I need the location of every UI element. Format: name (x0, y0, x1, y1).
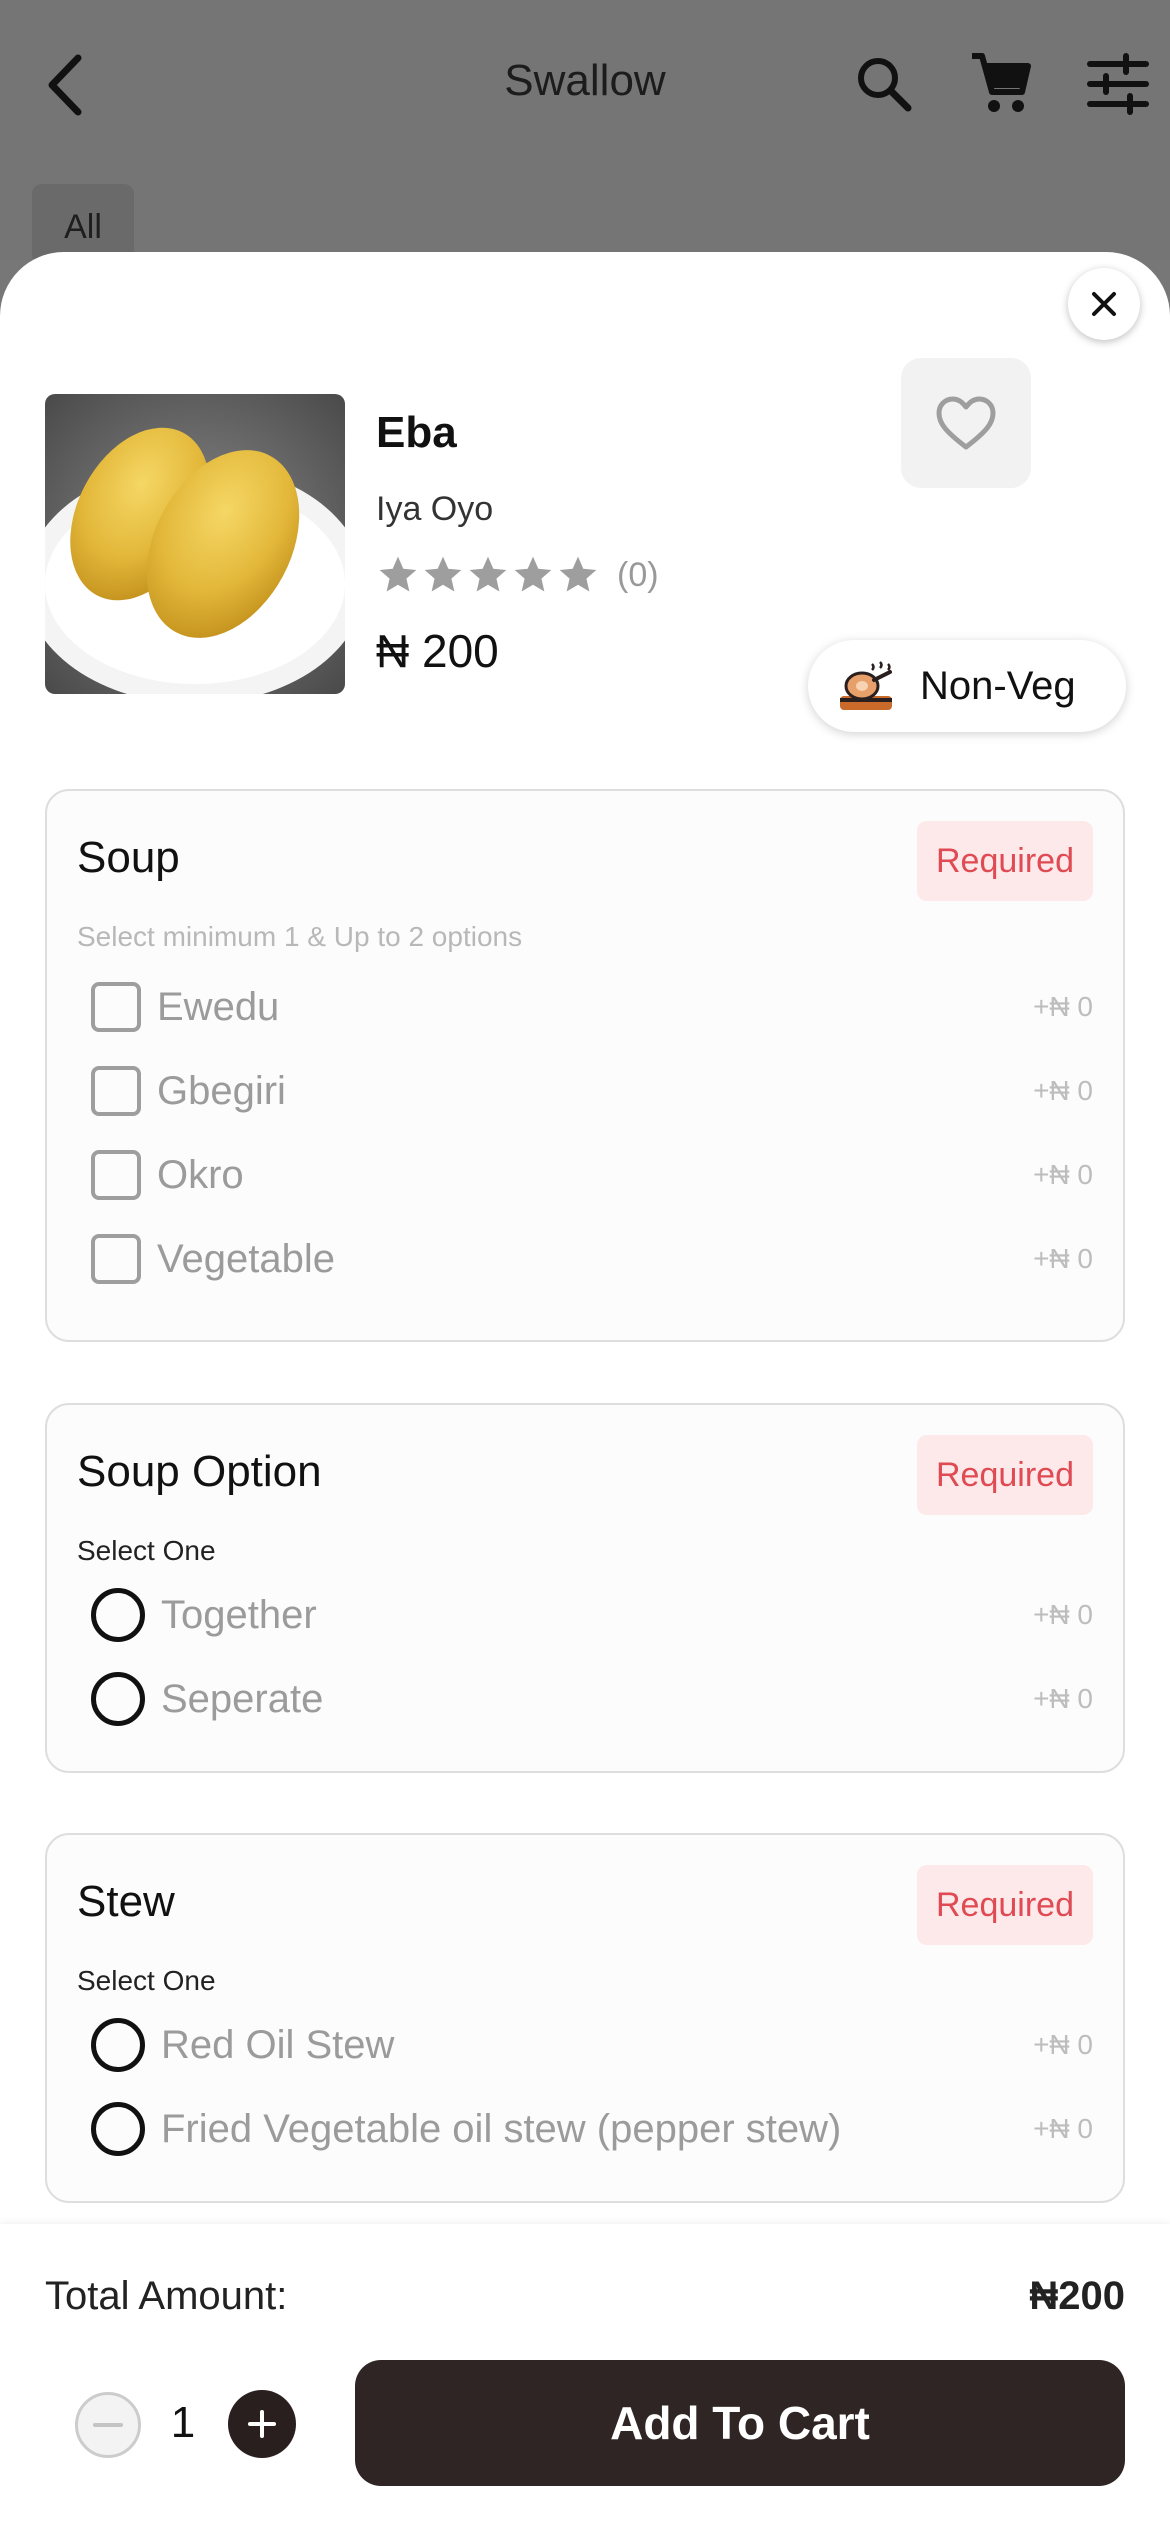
checkbox[interactable] (91, 982, 141, 1032)
option-section-soup: Soup Required Select minimum 1 & Up to 2… (45, 789, 1125, 1342)
option-price: +₦ 0 (1033, 1075, 1093, 1106)
required-badge: Required (917, 821, 1093, 901)
star-icon (379, 556, 417, 592)
plus-icon (248, 2410, 276, 2438)
option-price: +₦ 0 (1033, 1243, 1093, 1274)
radio-button[interactable] (91, 2018, 145, 2072)
add-to-cart-button[interactable]: Add To Cart (355, 2360, 1125, 2486)
rating-count: (0) (617, 555, 659, 594)
option-label: Okro (157, 1152, 244, 1197)
option-section-soup-option: Soup Option Required Select One Together… (45, 1403, 1125, 1773)
checkbox[interactable] (91, 1066, 141, 1116)
section-title: Stew (77, 1877, 175, 1926)
option-row[interactable]: Ewedu +₦ 0 (91, 967, 1093, 1047)
product-price: ₦ 200 (376, 625, 499, 677)
option-label: Seperate (161, 1676, 324, 1721)
quantity-increase-button[interactable] (228, 2390, 296, 2458)
product-image (45, 394, 345, 694)
option-price: +₦ 0 (1033, 991, 1093, 1022)
option-row[interactable]: Okro +₦ 0 (91, 1135, 1093, 1215)
quantity-value: 1 (170, 2398, 196, 2447)
search-icon[interactable] (852, 48, 916, 118)
cart-icon[interactable] (968, 48, 1032, 118)
option-row[interactable]: Together +₦ 0 (91, 1575, 1093, 1655)
checkbox[interactable] (91, 1234, 141, 1284)
close-icon[interactable] (1068, 268, 1140, 340)
section-subtitle: Select One (77, 1965, 216, 1996)
option-row[interactable]: Red Oil Stew +₦ 0 (91, 2005, 1093, 2085)
option-label: Fried Vegetable oil stew (pepper stew) (161, 2106, 842, 2151)
option-row[interactable]: Seperate +₦ 0 (91, 1659, 1093, 1739)
diet-label: Non-Veg (920, 663, 1076, 708)
product-name: Eba (376, 408, 457, 457)
option-label: Ewedu (157, 984, 280, 1029)
radio-button[interactable] (91, 1672, 145, 1726)
radio-button[interactable] (91, 2102, 145, 2156)
total-value: ₦200 (1029, 2274, 1125, 2318)
option-label: Gbegiri (157, 1068, 286, 1113)
option-price: +₦ 0 (1033, 1159, 1093, 1190)
section-subtitle: Select minimum 1 & Up to 2 options (77, 921, 523, 952)
star-icon (559, 556, 597, 592)
option-label: Vegetable (157, 1236, 335, 1281)
section-title: Soup Option (77, 1447, 322, 1496)
app-header: Swallow (0, 0, 1170, 260)
star-icon (469, 556, 507, 592)
star-icon (424, 556, 462, 592)
meat-icon (840, 661, 892, 710)
total-label: Total Amount: (45, 2274, 288, 2318)
option-price: +₦ 0 (1033, 1683, 1093, 1714)
favorite-button[interactable] (901, 358, 1031, 488)
checkbox[interactable] (91, 1150, 141, 1200)
option-section-stew: Stew Required Select One Red Oil Stew +₦… (45, 1833, 1125, 2203)
radio-button[interactable] (91, 1588, 145, 1642)
product-rating: (0) (376, 553, 659, 597)
option-label: Together (161, 1592, 317, 1637)
required-badge: Required (917, 1865, 1093, 1945)
minus-icon (93, 2423, 123, 2427)
option-row[interactable]: Fried Vegetable oil stew (pepper stew) +… (91, 2089, 1093, 2169)
option-label: Red Oil Stew (161, 2022, 395, 2067)
required-badge: Required (917, 1435, 1093, 1515)
star-icon (514, 556, 552, 592)
diet-badge: Non-Veg (808, 640, 1126, 732)
option-price: +₦ 0 (1033, 2113, 1093, 2144)
heart-outline-icon (936, 396, 996, 450)
option-row[interactable]: Gbegiri +₦ 0 (91, 1051, 1093, 1131)
option-price: +₦ 0 (1033, 1599, 1093, 1630)
section-title: Soup (77, 833, 180, 882)
product-vendor: Iya Oyo (376, 490, 494, 528)
section-subtitle: Select One (77, 1535, 216, 1566)
option-row[interactable]: Vegetable +₦ 0 (91, 1219, 1093, 1299)
option-price: +₦ 0 (1033, 2029, 1093, 2060)
quantity-decrease-button[interactable] (75, 2392, 141, 2458)
filter-sliders-icon[interactable] (1086, 48, 1150, 118)
